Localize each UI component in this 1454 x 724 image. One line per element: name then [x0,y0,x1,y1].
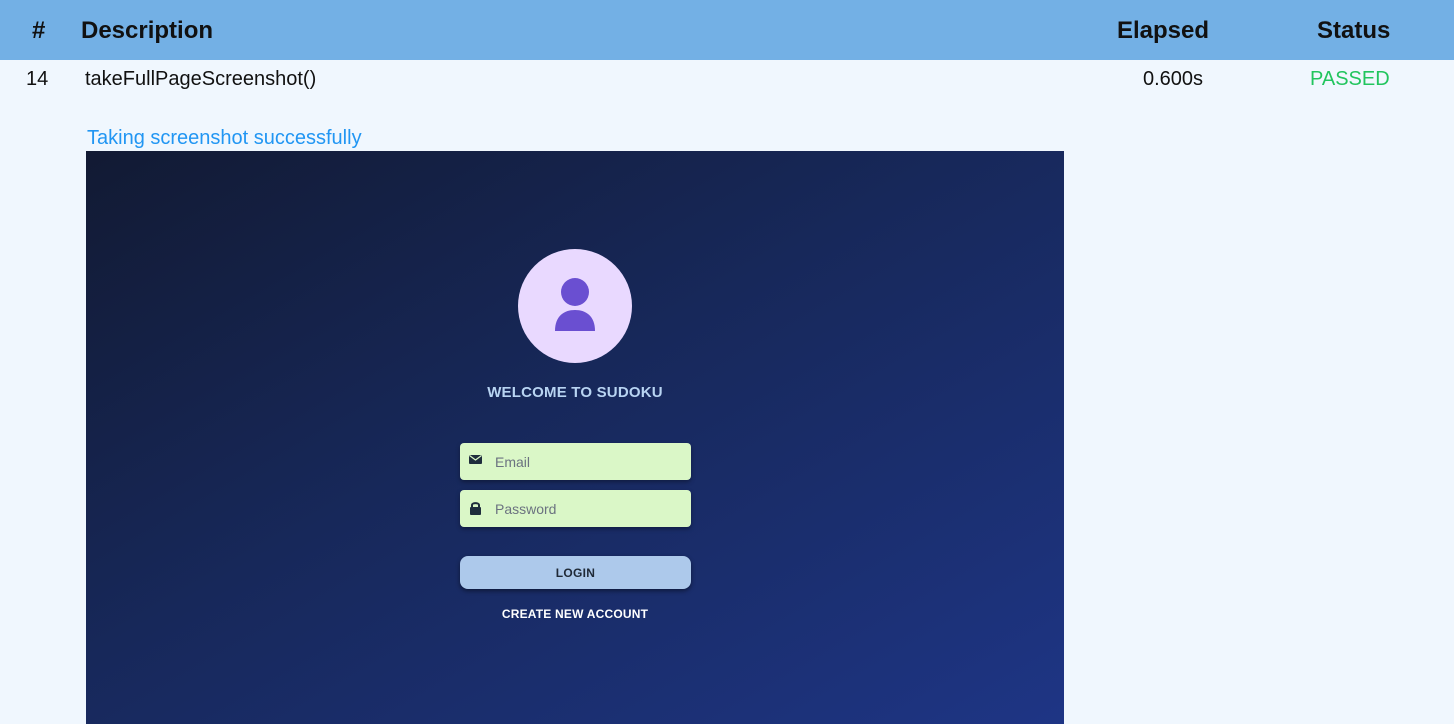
table-header: # Description Elapsed Status [0,0,1454,60]
test-report: # Description Elapsed Status 14 takeFull… [0,0,1454,724]
log-message: Taking screenshot successfully [87,127,362,149]
status-badge: PASSED [1310,68,1390,90]
welcome-title: WELCOME TO SUDOKU [487,384,663,401]
password-input[interactable] [495,490,685,527]
email-field[interactable] [460,443,691,480]
login-button[interactable]: LOGIN [460,556,691,589]
table-row: 14 takeFullPageScreenshot() 0.600s PASSE… [0,60,1454,96]
password-field[interactable] [460,490,691,527]
step-number: 14 [26,68,49,90]
header-number: # [32,17,46,44]
header-status: Status [1317,17,1391,44]
email-input[interactable] [495,443,685,480]
envelope-icon [469,455,482,464]
avatar [518,249,632,363]
step-description: takeFullPageScreenshot() [85,68,317,90]
screenshot-image: WELCOME TO SUDOKU LOGIN CREATE NEW ACCOU… [86,151,1064,724]
lock-icon [470,502,481,515]
step-elapsed: 0.600s [1143,68,1204,90]
create-account-link[interactable]: CREATE NEW ACCOUNT [86,607,1064,621]
header-elapsed: Elapsed [1117,17,1210,44]
header-description: Description [81,17,214,44]
user-icon [555,278,595,331]
